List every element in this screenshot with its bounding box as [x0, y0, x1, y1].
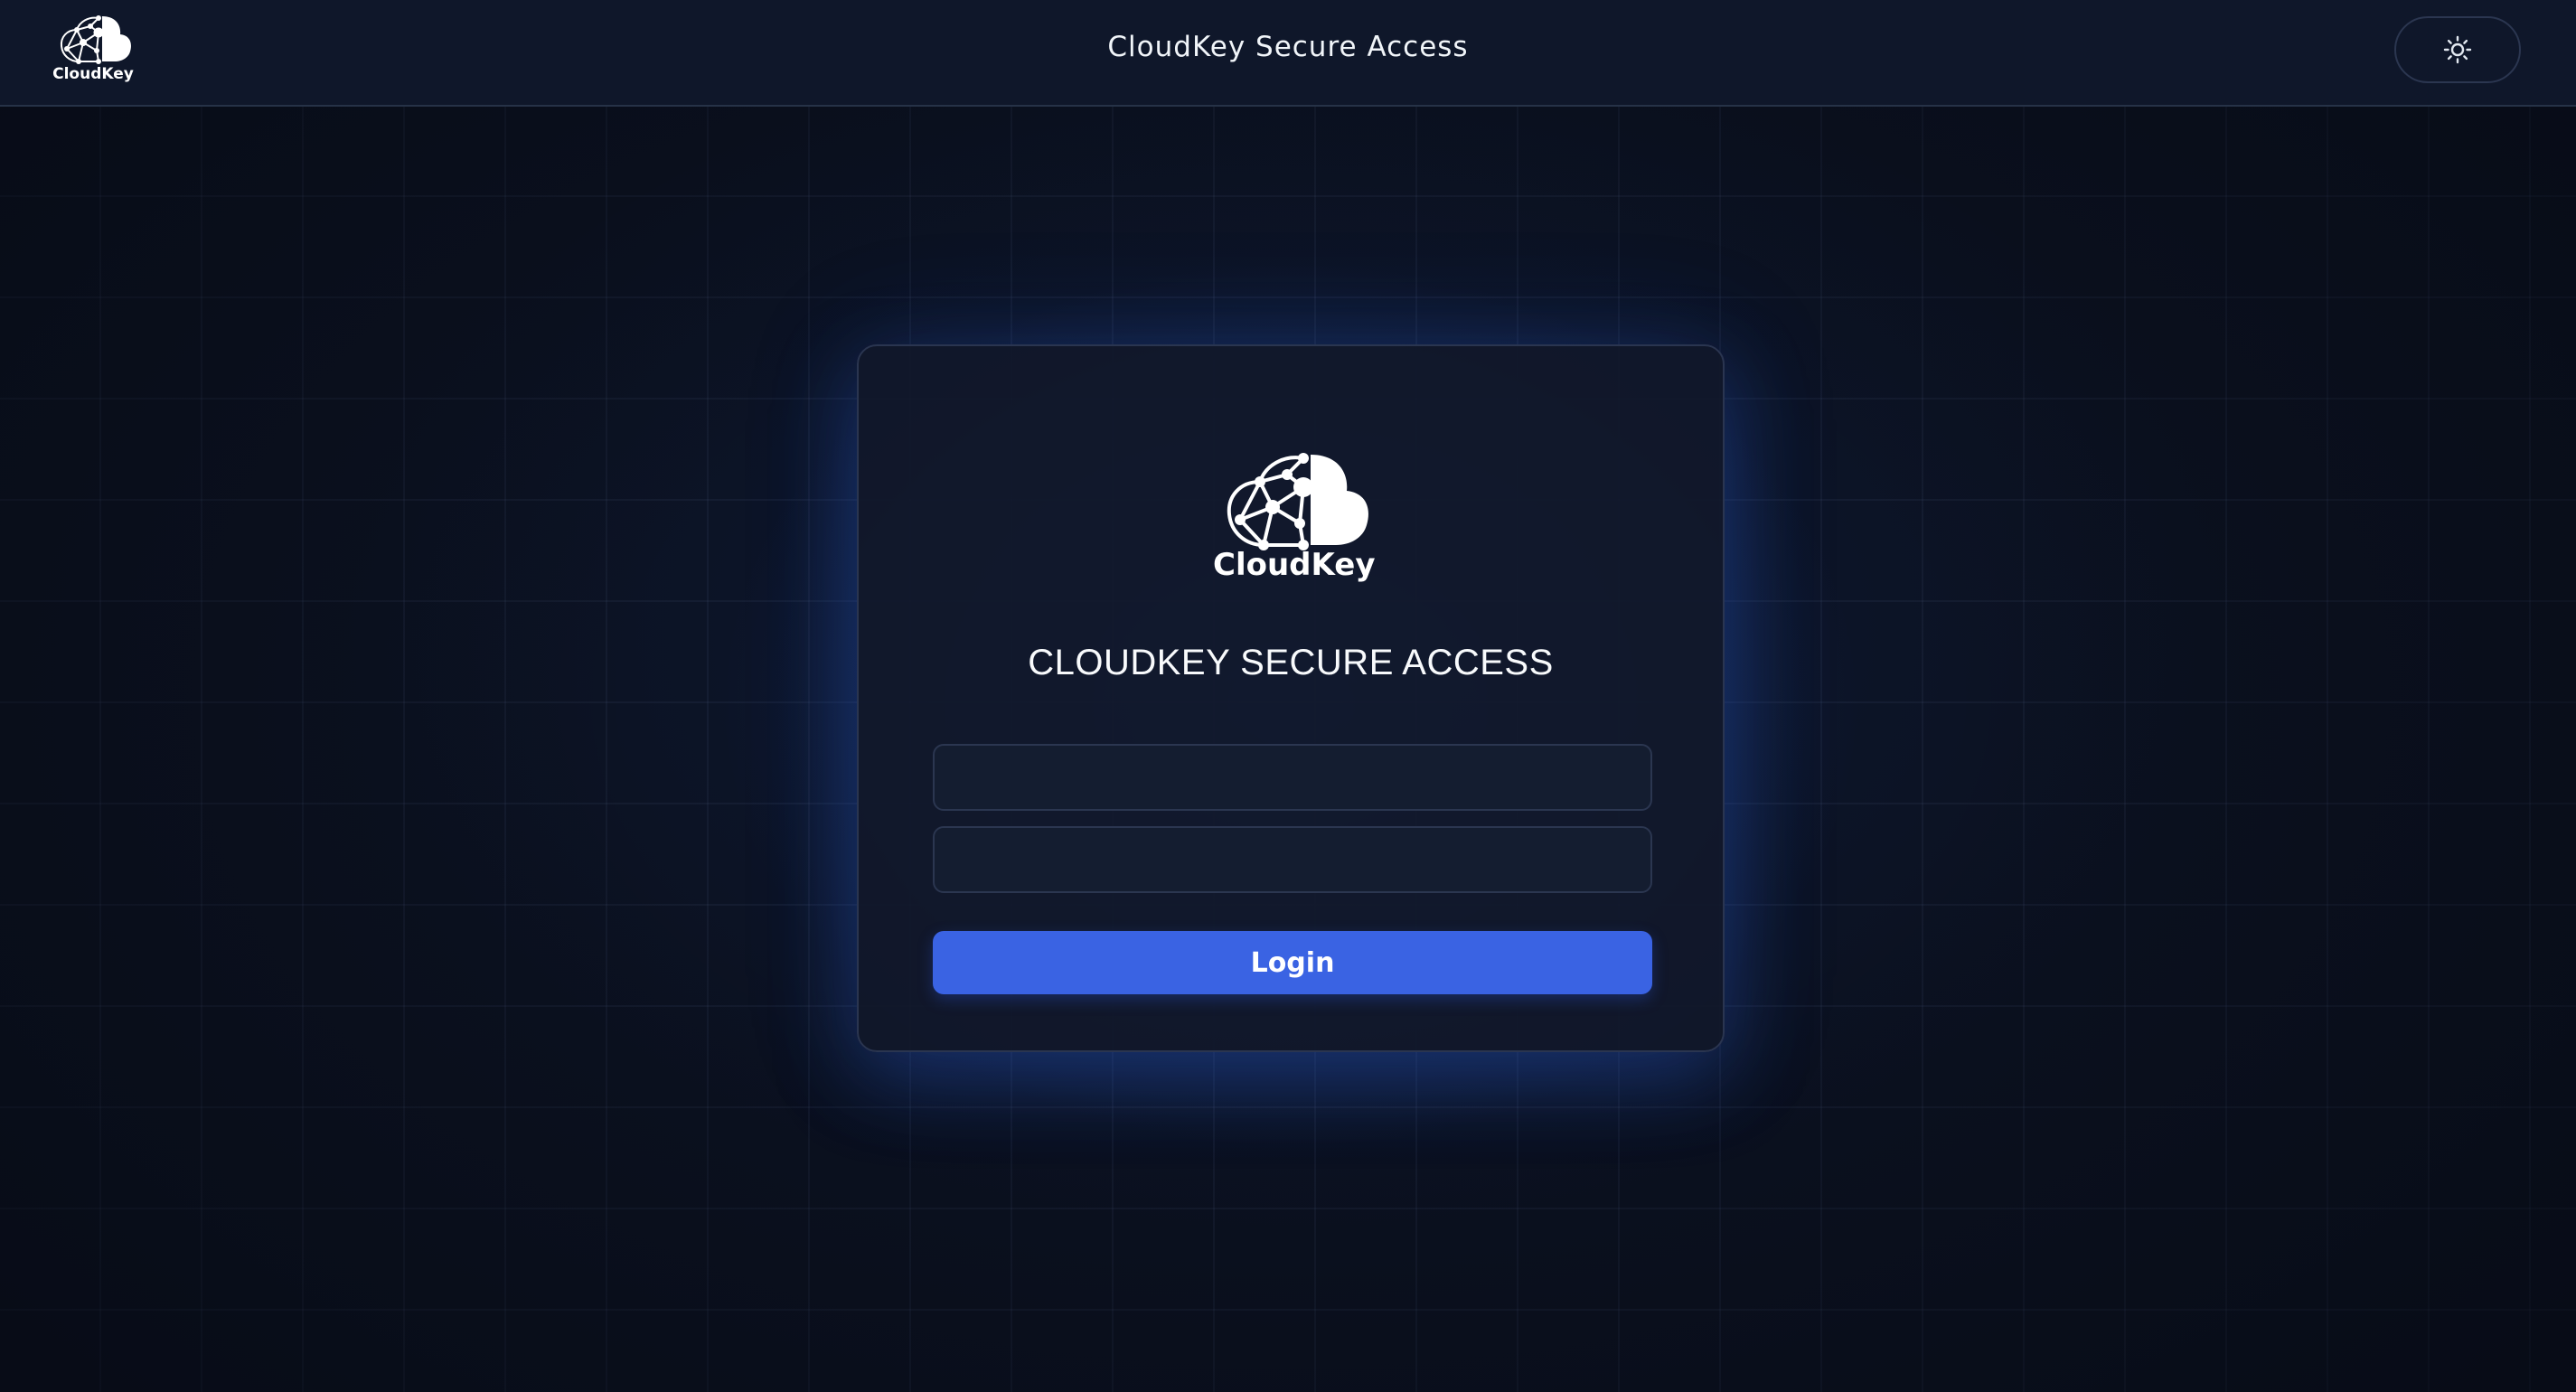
card-logo-text: CloudKey: [1213, 547, 1376, 583]
login-title: CLOUDKEY SECURE ACCESS: [1028, 643, 1554, 682]
sun-icon: [2443, 35, 2472, 64]
cloud-network-logo-icon: [1227, 453, 1368, 550]
password-input[interactable]: [933, 826, 1652, 893]
username-input[interactable]: [933, 744, 1652, 811]
theme-toggle-button[interactable]: [2394, 16, 2521, 83]
login-card: CloudKey CLOUDKEY SECURE ACCESS Login: [857, 344, 1725, 1052]
login-page: CloudKey CloudKey Secure Access CloudKey…: [0, 0, 2576, 1392]
header-title: CloudKey Secure Access: [1107, 31, 1469, 63]
login-button[interactable]: Login: [933, 931, 1652, 994]
card-logo: CloudKey: [1213, 447, 1376, 592]
header-logo-text: CloudKey: [52, 65, 134, 83]
top-header: CloudKey CloudKey Secure Access: [0, 0, 2576, 107]
